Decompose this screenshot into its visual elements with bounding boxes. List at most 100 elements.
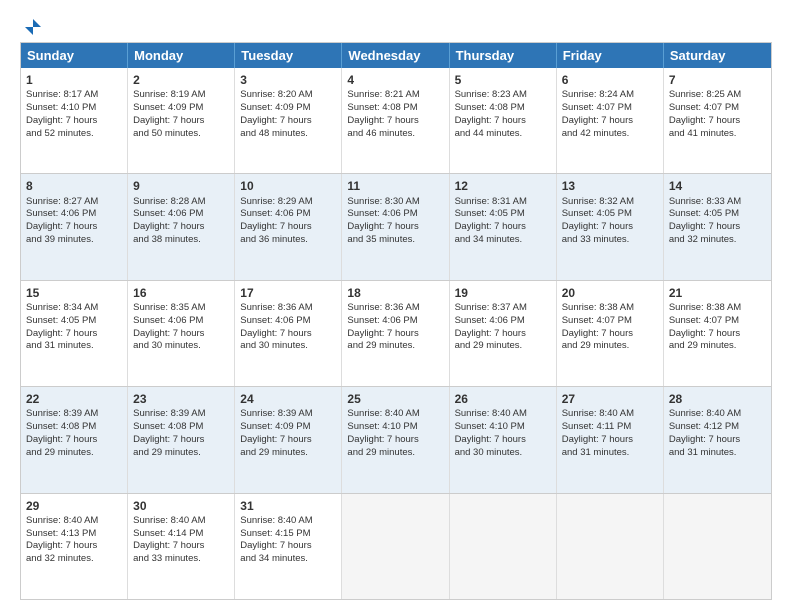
cal-header-cell-saturday: Saturday (664, 43, 771, 68)
day-info-line: and 31 minutes. (562, 447, 658, 460)
day-info-line: Daylight: 7 hours (133, 328, 229, 341)
cal-cell-4-1: 30Sunrise: 8:40 AMSunset: 4:14 PMDayligh… (128, 494, 235, 599)
day-info-line: Sunset: 4:10 PM (455, 421, 551, 434)
logo-flag-icon (24, 18, 42, 36)
day-info-line: Sunrise: 8:17 AM (26, 89, 122, 102)
day-number: 2 (133, 72, 229, 88)
calendar-body: 1Sunrise: 8:17 AMSunset: 4:10 PMDaylight… (21, 68, 771, 599)
day-info-line: Sunset: 4:06 PM (133, 315, 229, 328)
day-info-line: Sunrise: 8:24 AM (562, 89, 658, 102)
day-info-line: and 33 minutes. (133, 553, 229, 566)
day-info-line: Sunrise: 8:23 AM (455, 89, 551, 102)
cal-cell-4-4 (450, 494, 557, 599)
day-info-line: Sunset: 4:06 PM (240, 315, 336, 328)
day-info-line: Sunset: 4:07 PM (562, 315, 658, 328)
calendar-row-3: 22Sunrise: 8:39 AMSunset: 4:08 PMDayligh… (21, 386, 771, 492)
day-number: 25 (347, 391, 443, 407)
day-number: 5 (455, 72, 551, 88)
cal-cell-2-2: 17Sunrise: 8:36 AMSunset: 4:06 PMDayligh… (235, 281, 342, 386)
cal-cell-0-6: 7Sunrise: 8:25 AMSunset: 4:07 PMDaylight… (664, 68, 771, 173)
day-info-line: Sunrise: 8:38 AM (562, 302, 658, 315)
day-info-line: Daylight: 7 hours (133, 540, 229, 553)
calendar-row-2: 15Sunrise: 8:34 AMSunset: 4:05 PMDayligh… (21, 280, 771, 386)
day-info-line: Daylight: 7 hours (240, 434, 336, 447)
day-info-line: Daylight: 7 hours (562, 221, 658, 234)
cal-cell-4-0: 29Sunrise: 8:40 AMSunset: 4:13 PMDayligh… (21, 494, 128, 599)
day-info-line: and 29 minutes. (347, 340, 443, 353)
day-number: 19 (455, 285, 551, 301)
day-info-line: Daylight: 7 hours (26, 434, 122, 447)
day-info-line: Daylight: 7 hours (240, 540, 336, 553)
day-info-line: and 29 minutes. (562, 340, 658, 353)
day-info-line: Sunset: 4:09 PM (240, 421, 336, 434)
day-info-line: Sunset: 4:09 PM (133, 102, 229, 115)
day-info-line: Sunset: 4:14 PM (133, 528, 229, 541)
day-info-line: Sunrise: 8:32 AM (562, 196, 658, 209)
cal-header-cell-friday: Friday (557, 43, 664, 68)
cal-cell-2-1: 16Sunrise: 8:35 AMSunset: 4:06 PMDayligh… (128, 281, 235, 386)
calendar-row-1: 8Sunrise: 8:27 AMSunset: 4:06 PMDaylight… (21, 173, 771, 279)
cal-cell-1-0: 8Sunrise: 8:27 AMSunset: 4:06 PMDaylight… (21, 174, 128, 279)
day-info-line: Sunrise: 8:33 AM (669, 196, 766, 209)
day-info-line: Sunrise: 8:40 AM (26, 515, 122, 528)
cal-cell-3-6: 28Sunrise: 8:40 AMSunset: 4:12 PMDayligh… (664, 387, 771, 492)
day-number: 31 (240, 498, 336, 514)
day-info-line: Daylight: 7 hours (240, 328, 336, 341)
day-info-line: and 31 minutes. (26, 340, 122, 353)
cal-cell-2-0: 15Sunrise: 8:34 AMSunset: 4:05 PMDayligh… (21, 281, 128, 386)
day-info-line: and 52 minutes. (26, 128, 122, 141)
cal-cell-0-2: 3Sunrise: 8:20 AMSunset: 4:09 PMDaylight… (235, 68, 342, 173)
day-number: 27 (562, 391, 658, 407)
day-number: 12 (455, 178, 551, 194)
day-number: 14 (669, 178, 766, 194)
day-number: 20 (562, 285, 658, 301)
day-info-line: and 36 minutes. (240, 234, 336, 247)
day-info-line: and 29 minutes. (240, 447, 336, 460)
calendar-header: SundayMondayTuesdayWednesdayThursdayFrid… (21, 43, 771, 68)
day-number: 28 (669, 391, 766, 407)
day-number: 13 (562, 178, 658, 194)
day-info-line: and 35 minutes. (347, 234, 443, 247)
day-info-line: Sunrise: 8:30 AM (347, 196, 443, 209)
day-info-line: and 31 minutes. (669, 447, 766, 460)
day-info-line: and 29 minutes. (133, 447, 229, 460)
day-number: 17 (240, 285, 336, 301)
day-info-line: Sunrise: 8:31 AM (455, 196, 551, 209)
calendar-row-0: 1Sunrise: 8:17 AMSunset: 4:10 PMDaylight… (21, 68, 771, 173)
day-info-line: and 29 minutes. (669, 340, 766, 353)
day-info-line: Sunset: 4:10 PM (26, 102, 122, 115)
day-info-line: and 33 minutes. (562, 234, 658, 247)
day-info-line: Sunrise: 8:40 AM (133, 515, 229, 528)
day-info-line: Daylight: 7 hours (26, 540, 122, 553)
day-number: 21 (669, 285, 766, 301)
day-info-line: Daylight: 7 hours (26, 115, 122, 128)
page: SundayMondayTuesdayWednesdayThursdayFrid… (0, 0, 792, 612)
day-info-line: Daylight: 7 hours (240, 115, 336, 128)
day-info-line: Daylight: 7 hours (347, 115, 443, 128)
day-info-line: Sunset: 4:08 PM (455, 102, 551, 115)
day-info-line: Sunset: 4:08 PM (26, 421, 122, 434)
day-info-line: Daylight: 7 hours (26, 328, 122, 341)
day-info-line: Sunrise: 8:38 AM (669, 302, 766, 315)
day-info-line: Daylight: 7 hours (669, 328, 766, 341)
day-info-line: Sunrise: 8:37 AM (455, 302, 551, 315)
cal-cell-0-0: 1Sunrise: 8:17 AMSunset: 4:10 PMDaylight… (21, 68, 128, 173)
day-info-line: and 44 minutes. (455, 128, 551, 141)
day-info-line: and 50 minutes. (133, 128, 229, 141)
day-number: 7 (669, 72, 766, 88)
cal-cell-1-3: 11Sunrise: 8:30 AMSunset: 4:06 PMDayligh… (342, 174, 449, 279)
day-info-line: and 30 minutes. (455, 447, 551, 460)
day-info-line: Sunset: 4:08 PM (133, 421, 229, 434)
day-info-line: Sunset: 4:06 PM (347, 315, 443, 328)
cal-cell-0-5: 6Sunrise: 8:24 AMSunset: 4:07 PMDaylight… (557, 68, 664, 173)
day-info-line: Sunrise: 8:36 AM (347, 302, 443, 315)
cal-cell-2-3: 18Sunrise: 8:36 AMSunset: 4:06 PMDayligh… (342, 281, 449, 386)
day-info-line: Sunrise: 8:39 AM (240, 408, 336, 421)
day-info-line: and 29 minutes. (347, 447, 443, 460)
day-info-line: Sunset: 4:07 PM (562, 102, 658, 115)
day-info-line: and 38 minutes. (133, 234, 229, 247)
day-info-line: Daylight: 7 hours (133, 434, 229, 447)
day-number: 10 (240, 178, 336, 194)
day-info-line: and 34 minutes. (240, 553, 336, 566)
header (20, 18, 772, 32)
